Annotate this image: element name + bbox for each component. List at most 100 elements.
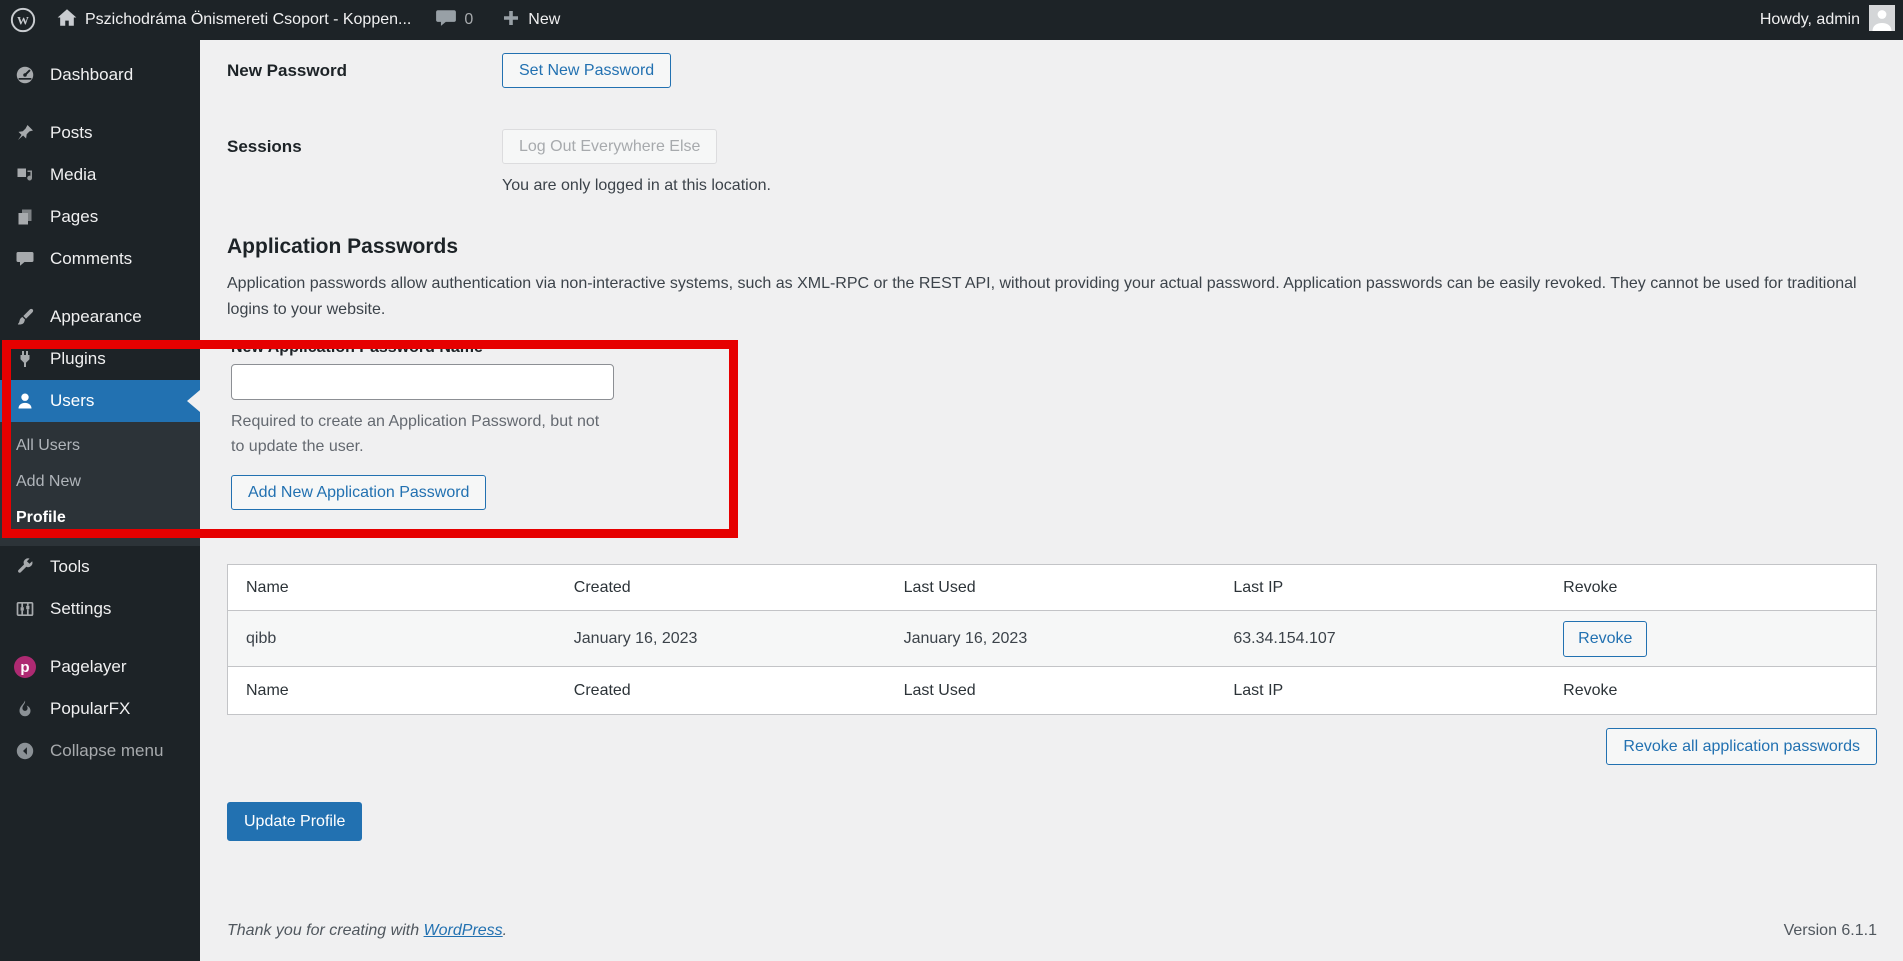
footer-header-last-ip: Last IP [1233, 667, 1563, 715]
admin-footer: Thank you for creating with WordPress. V… [227, 922, 1877, 940]
sidebar-item-all-users[interactable]: All Users [0, 428, 200, 464]
sidebar-item-label: Settings [50, 599, 111, 619]
sessions-row: Sessions Log Out Everywhere Else You are… [227, 129, 771, 195]
sidebar-item-tools[interactable]: Tools [0, 546, 200, 588]
collapse-menu-button[interactable]: Collapse menu [0, 730, 200, 772]
sidebar-item-label: Comments [50, 249, 132, 269]
log-out-everywhere-button[interactable]: Log Out Everywhere Else [502, 129, 717, 164]
set-new-password-button[interactable]: Set New Password [502, 53, 671, 88]
plug-icon [14, 348, 36, 370]
sidebar-item-media[interactable]: Media [0, 154, 200, 196]
pagelayer-icon: p [14, 656, 36, 678]
sidebar-item-dashboard[interactable]: Dashboard [0, 54, 200, 96]
profile-page-content: New Password Set New Password Sessions L… [200, 40, 1903, 961]
sidebar-item-pages[interactable]: Pages [0, 196, 200, 238]
users-icon [14, 390, 36, 412]
sidebar-item-plugins[interactable]: Plugins [0, 338, 200, 380]
sidebar-item-label: Pages [50, 207, 98, 227]
media-icon [14, 164, 36, 186]
site-title-link[interactable]: Pszichodráma Önismereti Csoport - Koppen… [56, 7, 411, 34]
new-menu-link[interactable]: New [501, 8, 560, 33]
sidebar-item-label: PopularFX [50, 699, 130, 719]
sidebar-item-posts[interactable]: Posts [0, 112, 200, 154]
wordpress-link[interactable]: WordPress [424, 922, 503, 939]
sidebar-item-label: Posts [50, 123, 93, 143]
site-title: Pszichodráma Önismereti Csoport - Koppen… [85, 11, 411, 29]
sidebar-item-appearance[interactable]: Appearance [0, 296, 200, 338]
table-footer-row: Name Created Last Used Last IP Revoke [228, 667, 1877, 715]
column-header-revoke: Revoke [1563, 565, 1876, 611]
collapse-menu-label: Collapse menu [50, 741, 163, 761]
application-passwords-heading: Application Passwords [227, 235, 458, 259]
admin-sidebar: Dashboard Posts Media Pages [0, 40, 200, 961]
sidebar-item-users[interactable]: Users [0, 380, 200, 422]
wordpress-logo-icon[interactable]: W [10, 7, 36, 33]
speech-bubble-icon [14, 248, 36, 270]
users-submenu: All Users Add New Profile [0, 422, 200, 546]
cell-last-used: January 16, 2023 [904, 611, 1234, 667]
sidebar-item-popularfx[interactable]: PopularFX [0, 688, 200, 730]
help-text-line2: to update the user. [231, 434, 614, 459]
collapse-arrow-icon [14, 740, 36, 762]
howdy-label: Howdy, admin [1760, 11, 1860, 29]
new-app-password-name-label: New Application Password Name [231, 339, 483, 356]
sidebar-item-label: Users [50, 391, 94, 411]
update-profile-button[interactable]: Update Profile [227, 802, 362, 841]
column-header-last-used: Last Used [904, 565, 1234, 611]
sidebar-item-pagelayer[interactable]: p Pagelayer [0, 646, 200, 688]
sidebar-item-label: Pagelayer [50, 657, 127, 677]
sidebar-item-label: Dashboard [50, 65, 133, 85]
sidebar-item-label: Tools [50, 557, 90, 577]
footer-header-last-used: Last Used [904, 667, 1234, 715]
column-header-last-ip: Last IP [1233, 565, 1563, 611]
comments-bubble-link[interactable]: 0 [435, 7, 473, 34]
sidebar-item-label: Appearance [50, 307, 142, 327]
comment-bubble-icon [435, 7, 457, 34]
sidebar-item-comments[interactable]: Comments [0, 238, 200, 280]
pages-icon [14, 206, 36, 228]
sidebar-item-profile[interactable]: Profile [0, 500, 200, 536]
revoke-all-application-passwords-button[interactable]: Revoke all application passwords [1606, 728, 1877, 765]
account-menu[interactable]: Howdy, admin [1760, 5, 1895, 36]
sliders-icon [14, 598, 36, 620]
avatar [1869, 5, 1895, 36]
admin-bar: W Pszichodráma Önismereti Csoport - Kopp… [0, 0, 1903, 40]
sidebar-item-settings[interactable]: Settings [0, 588, 200, 630]
footer-thanks-text: Thank you for creating with WordPress. [227, 922, 507, 940]
active-menu-arrow [187, 390, 200, 412]
sidebar-item-add-new[interactable]: Add New [0, 464, 200, 500]
column-header-name: Name [228, 565, 574, 611]
application-passwords-table: Name Created Last Used Last IP Revoke qi… [227, 564, 1877, 715]
footer-header-revoke: Revoke [1563, 667, 1876, 715]
footer-header-created: Created [574, 667, 904, 715]
thanks-period: . [503, 922, 507, 939]
sessions-note: You are only logged in at this location. [502, 177, 771, 195]
dashboard-icon [14, 64, 36, 86]
version-text: Version 6.1.1 [1784, 922, 1877, 940]
new-app-password-help-text: Required to create an Application Passwo… [231, 409, 614, 459]
table-row: qibb January 16, 2023 January 16, 2023 6… [228, 611, 1877, 667]
cell-last-ip: 63.34.154.107 [1233, 611, 1563, 667]
footer-header-name: Name [228, 667, 574, 715]
sessions-label: Sessions [227, 129, 502, 195]
help-text-line1: Required to create an Application Passwo… [231, 409, 614, 434]
sidebar-item-label: Media [50, 165, 96, 185]
cell-name: qibb [228, 611, 574, 667]
new-password-row: New Password Set New Password [227, 53, 671, 88]
comments-count: 0 [464, 11, 473, 29]
new-password-label: New Password [227, 53, 502, 88]
thanks-prefix: Thank you for creating with [227, 922, 424, 939]
pushpin-icon [14, 122, 36, 144]
sidebar-item-label: Plugins [50, 349, 106, 369]
wrench-icon [14, 556, 36, 578]
column-header-created: Created [574, 565, 904, 611]
add-new-application-password-button[interactable]: Add New Application Password [231, 475, 486, 510]
paintbrush-icon [14, 306, 36, 328]
application-passwords-description: Application passwords allow authenticati… [227, 271, 1872, 323]
flame-icon [14, 698, 36, 720]
new-application-password-section: New Application Password Name Required t… [231, 339, 614, 510]
new-app-password-name-input[interactable] [231, 364, 614, 400]
cell-created: January 16, 2023 [574, 611, 904, 667]
revoke-button[interactable]: Revoke [1563, 621, 1647, 657]
table-header-row: Name Created Last Used Last IP Revoke [228, 565, 1877, 611]
